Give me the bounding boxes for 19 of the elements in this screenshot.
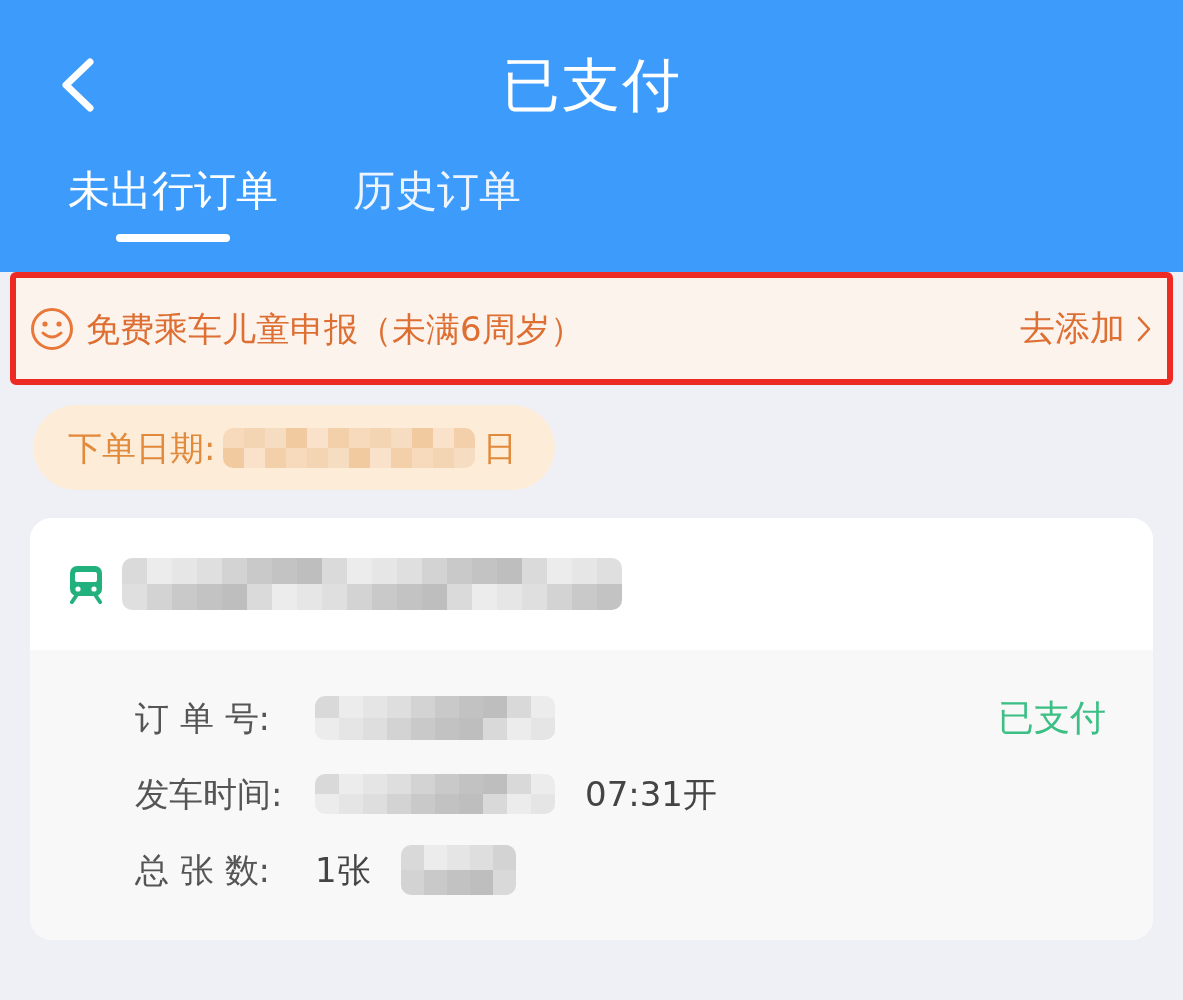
order-date-label: 下单日期:	[68, 430, 216, 465]
back-icon	[60, 58, 94, 112]
order-card[interactable]: 订 单 号: 已支付 发车时间: 07:31开 总 张 数: 1张	[30, 518, 1153, 940]
field-label: 订 单 号:	[135, 701, 272, 735]
field-value: 07:31开	[585, 777, 717, 811]
page-title: 已支付	[501, 56, 682, 114]
order-date-value: 日	[483, 430, 518, 465]
banner-text: 免费乘车儿童申报（未满6周岁）	[86, 311, 584, 346]
chevron-right-icon	[1137, 315, 1151, 342]
field-label: 发车时间:	[135, 777, 284, 811]
bus-icon	[68, 564, 104, 604]
add-link[interactable]: 去添加	[1020, 311, 1151, 346]
smiley-icon	[30, 306, 74, 351]
child-ticket-banner[interactable]: 免费乘车儿童申报（未满6周岁） 去添加	[10, 272, 1173, 385]
order-status: 已支付	[998, 700, 1106, 736]
field-value: 1张	[315, 853, 371, 887]
tab[interactable]: 未出行订单	[68, 170, 278, 242]
tab[interactable]: 历史订单	[353, 170, 521, 242]
field-label: 总 张 数:	[135, 853, 272, 887]
